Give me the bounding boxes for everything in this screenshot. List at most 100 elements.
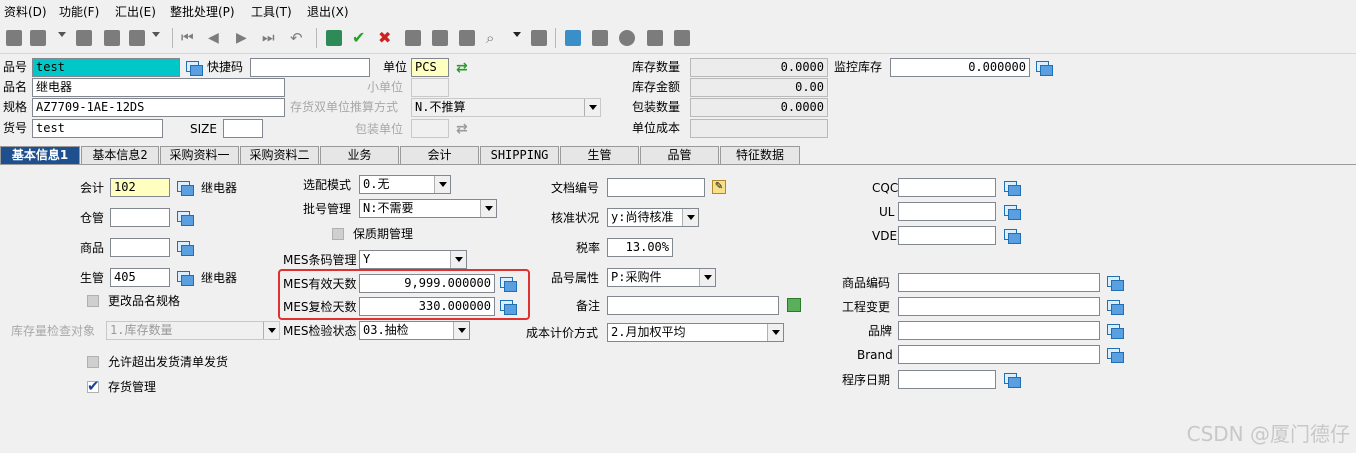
chevron-down-icon[interactable] — [767, 324, 783, 341]
menu-batch[interactable]: 整批处理(P) — [170, 3, 235, 20]
jianyan-select[interactable]: 03.抽检 — [359, 321, 470, 340]
folder-icon[interactable] — [531, 30, 547, 46]
last-icon[interactable]: ⏭ — [262, 30, 278, 46]
cqc-input[interactable] — [898, 178, 996, 197]
kuaijiema-input[interactable] — [250, 58, 370, 77]
pick-icon[interactable] — [1107, 300, 1124, 315]
menu-tools[interactable]: 工具(T) — [251, 3, 292, 20]
calculator-icon[interactable] — [326, 30, 342, 46]
tool3-icon[interactable] — [459, 30, 475, 46]
first-icon[interactable]: ⏮ — [181, 30, 197, 46]
pick-icon[interactable] — [500, 277, 517, 292]
pick-icon[interactable] — [186, 61, 203, 76]
jiankong-input[interactable]: 0.000000 — [890, 58, 1030, 77]
pick-icon[interactable] — [1107, 276, 1124, 291]
shangpin-input[interactable] — [110, 238, 170, 257]
pick-icon[interactable] — [1036, 61, 1053, 76]
pick-icon[interactable] — [1107, 348, 1124, 363]
chengben-select[interactable]: 2.月加权平均 — [607, 323, 784, 342]
vde-input[interactable] — [898, 226, 996, 245]
chengxu-input[interactable] — [898, 370, 996, 389]
guige-input[interactable]: AZ7709-1AE-12DS — [32, 98, 285, 117]
genggai-checkbox[interactable] — [87, 295, 99, 307]
tab-basic-info-2[interactable]: 基本信息2 — [81, 146, 159, 164]
brand-input[interactable] — [898, 345, 1100, 364]
tool2-icon[interactable] — [432, 30, 448, 46]
cancel-icon[interactable]: ✖ — [378, 30, 394, 46]
tab-business[interactable]: 业务 — [320, 146, 399, 164]
tool4-icon[interactable] — [565, 30, 581, 46]
shuangdanwei-select[interactable]: N.不推算 — [411, 98, 601, 117]
baozhiqi-checkbox[interactable] — [332, 228, 344, 240]
pick-icon[interactable] — [177, 181, 194, 196]
dropdown-icon[interactable] — [513, 32, 521, 37]
pick-icon[interactable] — [1004, 373, 1021, 388]
confirm-icon[interactable]: ✔ — [352, 30, 368, 46]
size-input[interactable] — [223, 119, 263, 138]
pick-icon[interactable] — [1004, 229, 1021, 244]
pick-icon[interactable] — [1107, 324, 1124, 339]
tab-production[interactable]: 生管 — [560, 146, 639, 164]
cangguan-input[interactable] — [110, 208, 170, 227]
menu-data[interactable]: 资料(D) — [4, 3, 47, 20]
pick-icon[interactable] — [1004, 205, 1021, 220]
shuxing-select[interactable]: P:采购件 — [607, 268, 716, 287]
cunhuo-checkbox[interactable]: ✔ — [87, 377, 100, 395]
chevron-down-icon[interactable] — [263, 322, 279, 339]
hezhun-select[interactable]: y:尚待核准 — [607, 208, 699, 227]
edit-icon[interactable]: ✎ — [712, 180, 726, 194]
tool8-icon[interactable] — [674, 30, 690, 46]
tab-purchase-1[interactable]: 采购资料一 — [160, 146, 239, 164]
new-icon[interactable] — [6, 30, 22, 46]
tab-purchase-2[interactable]: 采购资料二 — [240, 146, 319, 164]
chevron-down-icon[interactable] — [682, 209, 698, 226]
shangpin-bianma-input[interactable] — [898, 273, 1100, 292]
search-icon[interactable]: ⌕ — [486, 30, 502, 46]
huohao-input[interactable]: test — [32, 119, 163, 138]
tab-quality[interactable]: 品管 — [640, 146, 719, 164]
print-icon[interactable] — [129, 30, 145, 46]
tab-features[interactable]: 特征数据 — [720, 146, 800, 164]
beizhu-input[interactable] — [607, 296, 779, 315]
chevron-down-icon[interactable] — [453, 322, 469, 339]
chevron-down-icon[interactable] — [450, 251, 466, 268]
swap-icon[interactable]: ⇄ — [456, 61, 472, 75]
chevron-down-icon[interactable] — [434, 176, 450, 193]
menu-export[interactable]: 汇出(E) — [115, 3, 156, 20]
shengguan-input[interactable]: 405 — [110, 268, 170, 287]
pick-icon[interactable] — [177, 211, 194, 226]
xuanpei-select[interactable]: 0.无 — [359, 175, 451, 194]
tab-shipping[interactable]: SHIPPING — [480, 146, 559, 164]
pinhao-input[interactable]: test — [32, 58, 180, 77]
edit-icon[interactable] — [76, 30, 92, 46]
kuaiji-input[interactable]: 102 — [110, 178, 170, 197]
pinming-input[interactable]: 继电器 — [32, 78, 285, 97]
fujian-input[interactable]: 330.000000 — [359, 297, 495, 316]
gongcheng-input[interactable] — [898, 297, 1100, 316]
chevron-down-icon[interactable] — [699, 269, 715, 286]
youxiao-input[interactable]: 9,999.000000 — [359, 274, 495, 293]
ul-input[interactable] — [898, 202, 996, 221]
tab-accounting[interactable]: 会计 — [400, 146, 479, 164]
pihao-select[interactable]: N:不需要 — [359, 199, 497, 218]
tool7-icon[interactable] — [647, 30, 663, 46]
danwei-input[interactable]: PCS — [411, 58, 449, 77]
tiaoma-select[interactable]: Y — [359, 250, 467, 269]
pick-icon[interactable] — [177, 241, 194, 256]
chevron-down-icon[interactable] — [480, 200, 496, 217]
next-icon[interactable]: ▶ — [236, 30, 252, 46]
pick-icon[interactable] — [500, 300, 517, 315]
shuilv-input[interactable]: 13.00% — [607, 238, 673, 257]
menu-function[interactable]: 功能(F) — [59, 3, 99, 20]
dropdown-icon[interactable] — [58, 32, 66, 37]
note-icon[interactable] — [787, 298, 801, 312]
yunxu-checkbox[interactable] — [87, 356, 99, 368]
prev-icon[interactable]: ◀ — [208, 30, 224, 46]
tab-basic-info-1[interactable]: 基本信息1 — [0, 146, 80, 164]
undo-icon[interactable]: ↶ — [290, 30, 306, 46]
menu-exit[interactable]: 退出(X) — [307, 3, 349, 20]
jiancha-select[interactable]: 1.库存数量 — [106, 321, 280, 340]
pick-icon[interactable] — [177, 271, 194, 286]
chevron-down-icon[interactable] — [584, 99, 600, 116]
copy-icon[interactable] — [30, 30, 46, 46]
